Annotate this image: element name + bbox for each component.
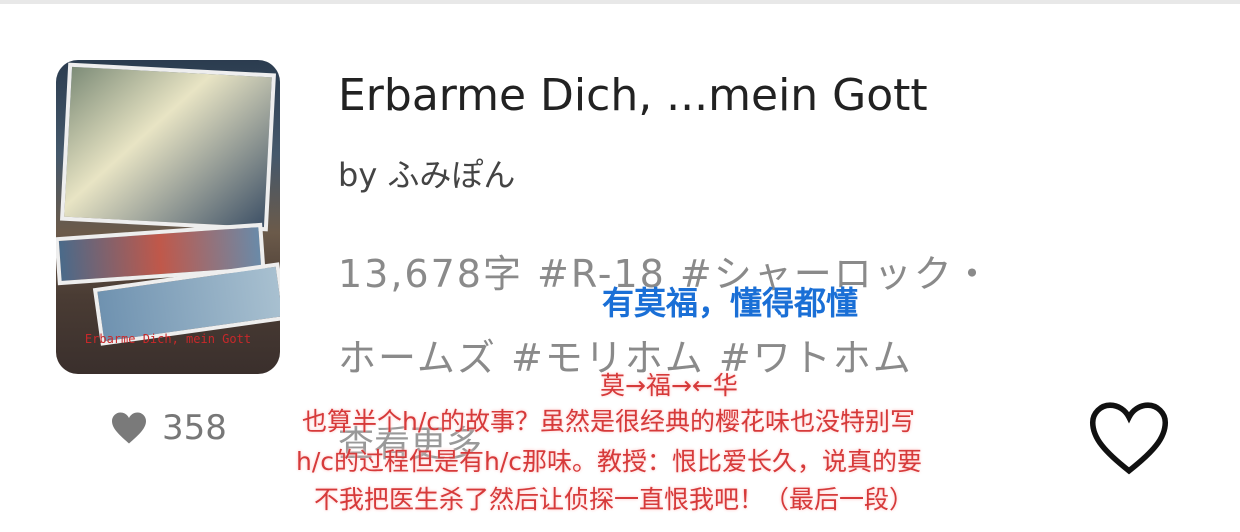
top-divider [0, 0, 1240, 4]
author-name[interactable]: by ふみぽん [338, 150, 515, 196]
heart-outline-icon[interactable] [1086, 400, 1172, 476]
heart-icon [112, 412, 146, 444]
annotation-arrow: 莫→福→←华 [600, 371, 738, 400]
cover-text: Erbarme Dich, mein Gott [84, 332, 252, 346]
cover-image[interactable]: Erbarme Dich, mein Gott [56, 60, 280, 374]
like-count: 358 [110, 408, 227, 448]
annotation-line: 也算半个h/c的故事？虽然是很经典的樱花味也没特别写 [302, 407, 916, 436]
like-count-value: 358 [162, 408, 227, 448]
annotation-line: 不我把医生杀了然后让侦探一直恨我吧！（最后一段） [314, 485, 915, 514]
work-title[interactable]: Erbarme Dich, ...mein Gott [338, 70, 928, 121]
annotation-line: h/c的过程但是有h/c那味。教授：恨比爱长久，说真的要 [296, 447, 923, 476]
cover-photo [60, 62, 276, 232]
annotation-blue: 有莫福，懂得都懂 [602, 284, 859, 322]
tags-line[interactable]: ホームズ #モリホム #ワトホム [338, 316, 1138, 400]
